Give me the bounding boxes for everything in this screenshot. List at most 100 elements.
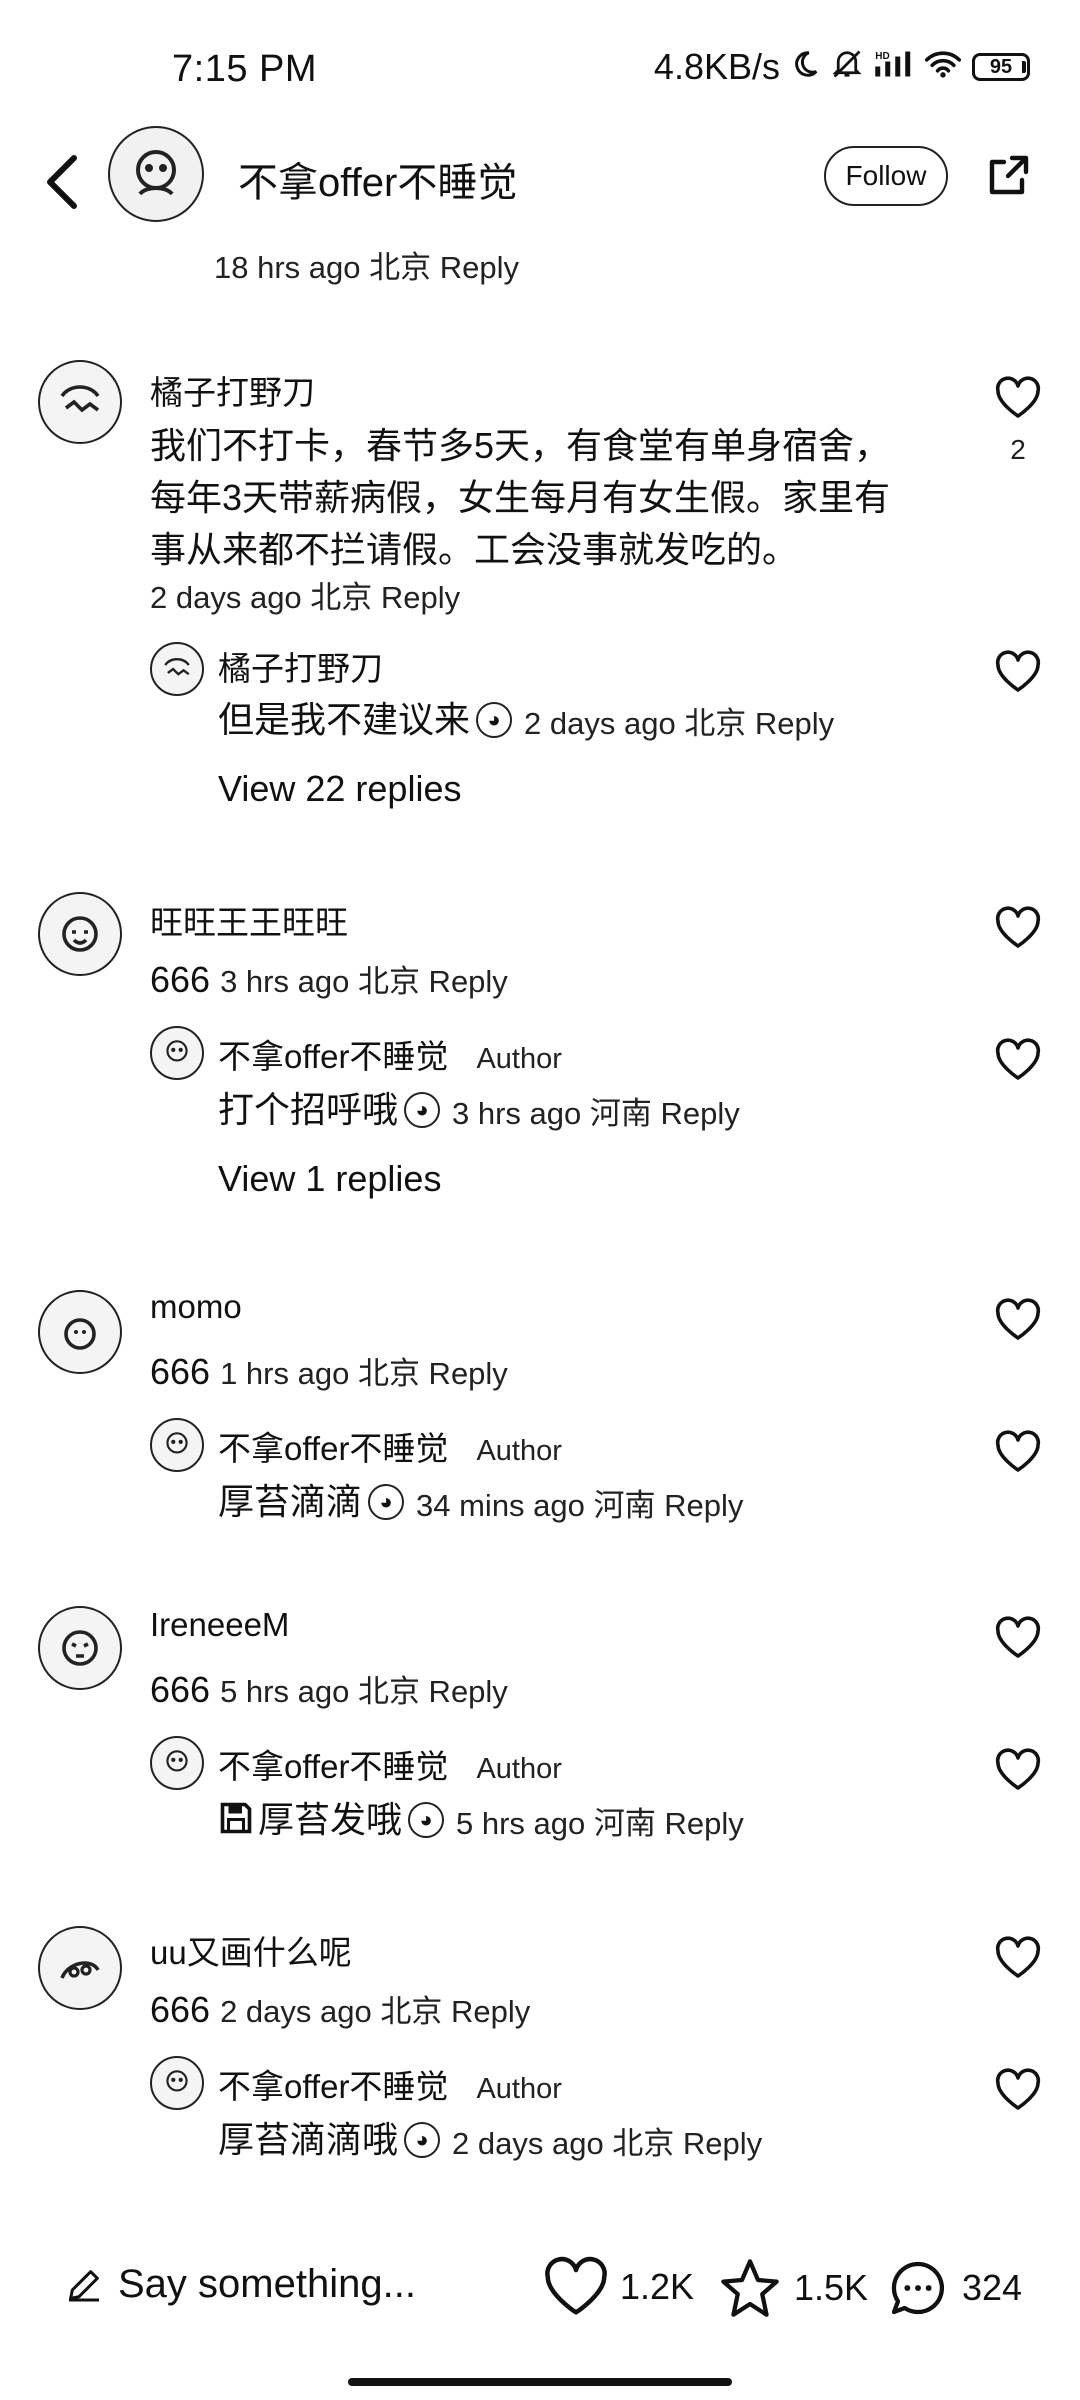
reply-meta[interactable]: 2 days ago 北京 Reply	[452, 2118, 762, 2163]
favorite-count: 1.5K	[794, 2267, 869, 2308]
reply-avatar[interactable]	[150, 2056, 204, 2110]
reply-body: 厚苔发哦 ◕ 5 hrs ago 河南 Reply	[218, 1794, 744, 1846]
wifi-icon	[924, 46, 962, 88]
commenter-avatar[interactable]	[38, 892, 122, 976]
comments-button[interactable]: 324	[884, 2256, 1022, 2320]
comment-text: 我们不打卡，春节多5天，有食堂有单身宿舍， 每年3天带薪病假，女生每月有女生假。…	[150, 420, 930, 576]
reply-header: 不拿offer不睡觉 Author	[218, 1422, 562, 1470]
commenter-name[interactable]: momo	[150, 1288, 242, 1326]
reply-text: 厚苔发哦	[258, 1799, 403, 1840]
share-button[interactable]	[978, 146, 1038, 206]
favorite-button[interactable]: 1.5K	[716, 2256, 868, 2320]
like-button[interactable]	[988, 1740, 1048, 1800]
view-replies-link[interactable]: View 22 replies	[218, 768, 461, 810]
comment-text: 666	[150, 1669, 211, 1710]
reply-name[interactable]: 不拿offer不睡觉	[218, 1030, 448, 1078]
reply-header: 不拿offer不睡觉 Author	[218, 1740, 562, 1788]
like-button[interactable]	[988, 2060, 1048, 2120]
like-button[interactable]	[988, 1030, 1048, 1090]
status-icons: 4.8KB/s HD 95	[654, 46, 1030, 88]
home-indicator[interactable]	[348, 2378, 732, 2386]
reply-name[interactable]: 不拿offer不睡觉	[218, 1740, 448, 1788]
battery-icon: 95	[972, 53, 1030, 81]
author-avatar-icon	[166, 1432, 188, 1454]
reply-meta[interactable]: 5 hrs ago 河南 Reply	[456, 1798, 744, 1843]
comment-meta[interactable]: 1 hrs ago 北京 Reply	[220, 1348, 508, 1393]
reply-name[interactable]: 橘子打野刀	[218, 642, 383, 690]
reply-avatar[interactable]	[150, 1026, 204, 1080]
heart-icon	[995, 1298, 1041, 1340]
author-avatar[interactable]	[108, 126, 204, 222]
floppy-disk-icon	[218, 1800, 254, 1841]
reply-meta[interactable]: 2 days ago 北京 Reply	[524, 698, 834, 743]
reply-header: 不拿offer不睡觉 Author	[218, 2060, 562, 2108]
reply-avatar[interactable]	[150, 642, 204, 696]
pencil-icon	[69, 2269, 99, 2301]
commenter-name[interactable]: 旺旺王王旺旺	[150, 896, 348, 944]
author-tag: Author	[476, 1043, 562, 1075]
commenter-name[interactable]: 橘子打野刀	[150, 366, 315, 414]
reply-body: 但是我不建议来 ◕ 2 days ago 北京 Reply	[218, 694, 834, 746]
avatar-sketch-icon	[60, 1961, 100, 1979]
like-button[interactable]	[988, 1928, 1048, 1988]
comment-text-line: 我们不打卡，春节多5天，有食堂有单身宿舍，	[150, 425, 891, 466]
battery-tip	[1022, 61, 1026, 73]
reply-avatar[interactable]	[150, 1736, 204, 1790]
author-tag: Author	[476, 2073, 562, 2105]
comment-meta[interactable]: 5 hrs ago 北京 Reply	[220, 1666, 508, 1711]
comment-meta[interactable]: 2 days ago 北京 Reply	[220, 1986, 530, 2031]
like-button[interactable]	[988, 1608, 1048, 1668]
heart-icon	[995, 906, 1041, 948]
like-post-button[interactable]: 1.2K	[542, 2256, 694, 2318]
follow-button[interactable]: Follow	[824, 146, 948, 206]
heart-icon	[995, 650, 1041, 692]
view-replies-link[interactable]: View 1 replies	[218, 1158, 441, 1200]
like-button[interactable]	[988, 642, 1048, 702]
commenter-avatar[interactable]	[38, 1290, 122, 1374]
reply-avatar[interactable]	[150, 1418, 204, 1472]
reply-meta[interactable]: 3 hrs ago 河南 Reply	[452, 1088, 740, 1133]
comment-input-placeholder: Say something...	[118, 2262, 416, 2306]
like-button[interactable]	[988, 1290, 1048, 1350]
comment-meta[interactable]: 18 hrs ago 北京 Reply	[214, 242, 519, 287]
svg-text:HD: HD	[875, 51, 889, 62]
comment-body: 666 5 hrs ago 北京 Reply	[150, 1664, 508, 1716]
emoji-sticker-icon: ◕	[404, 2122, 441, 2158]
comment-input[interactable]: Say something...	[64, 2262, 416, 2307]
heart-icon	[995, 1616, 1041, 1658]
author-name[interactable]: 不拿offer不睡觉	[238, 150, 517, 208]
comment-text: 666	[150, 1989, 211, 2030]
commenter-avatar[interactable]	[38, 1606, 122, 1690]
author-avatar-icon	[166, 1750, 188, 1772]
commenter-name[interactable]: IreneeeM	[150, 1606, 289, 1644]
heart-icon	[995, 1038, 1041, 1080]
like-count: 1.2K	[620, 2266, 695, 2307]
heart-icon	[995, 1936, 1041, 1978]
like-button[interactable]	[988, 368, 1048, 428]
hd-signal-icon: HD	[874, 46, 914, 88]
mute-icon	[830, 46, 864, 88]
like-button[interactable]	[988, 898, 1048, 958]
comment-text-line: 每年3天带薪病假，女生每月有女生假。家里有	[150, 477, 891, 518]
comment-meta[interactable]: 2 days ago 北京 Reply	[150, 572, 460, 617]
reply-meta[interactable]: 34 mins ago 河南 Reply	[416, 1480, 743, 1525]
reply-text: 但是我不建议来	[218, 699, 471, 740]
reply-body: 厚苔滴滴哦 ◕ 2 days ago 北京 Reply	[218, 2114, 762, 2166]
comment-meta[interactable]: 3 hrs ago 北京 Reply	[220, 956, 508, 1001]
author-tag: Author	[476, 1753, 562, 1785]
reply-text: 厚苔滴滴哦	[218, 2119, 399, 2160]
reply-name[interactable]: 不拿offer不睡觉	[218, 2060, 448, 2108]
heart-icon	[995, 1748, 1041, 1790]
like-button[interactable]	[988, 1422, 1048, 1482]
reply-body: 厚苔滴滴 ◕ 34 mins ago 河南 Reply	[218, 1476, 743, 1528]
commenter-avatar[interactable]	[38, 360, 122, 444]
avatar-sketch-icon	[64, 1318, 96, 1350]
commenter-name[interactable]: uu又画什么呢	[150, 1926, 352, 1974]
reply-name[interactable]: 不拿offer不睡觉	[218, 1422, 448, 1470]
avatar-sketch-icon	[62, 916, 98, 952]
heart-icon	[545, 2256, 607, 2315]
reply-header: 不拿offer不睡觉 Author	[218, 1030, 562, 1078]
commenter-avatar[interactable]	[38, 1926, 122, 2010]
avatar-sketch-icon	[164, 658, 190, 676]
back-button[interactable]	[32, 142, 92, 222]
